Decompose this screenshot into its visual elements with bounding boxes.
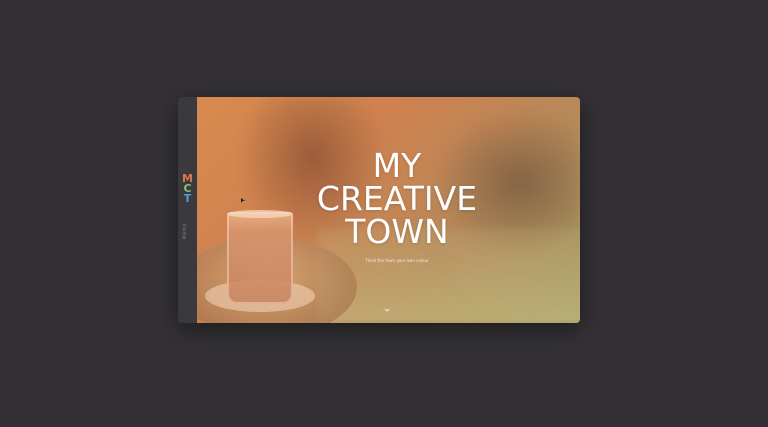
hero-title-line: TOWN: [345, 212, 449, 251]
coffee-glass-rim: [227, 210, 293, 218]
chevron-down-icon[interactable]: [384, 307, 390, 313]
hero-title-line: MY: [372, 146, 422, 185]
menu-toggle[interactable]: MENU: [182, 223, 187, 239]
sidebar: M C T MENU: [178, 97, 197, 323]
hero-title: MY CREATIVE TOWN: [297, 149, 497, 248]
logo-letter-t: T: [183, 192, 192, 205]
mct-logo[interactable]: M C T: [178, 173, 197, 205]
coffee-glass-image: [227, 212, 293, 304]
hero-section: MY CREATIVE TOWN Think the town your own…: [197, 97, 580, 323]
hero-title-line: CREATIVE: [316, 179, 478, 218]
browser-window: M C T MENU MY CREATIVE TOWN Think the to…: [178, 97, 580, 323]
hero-tagline: Think the town your own colour: [365, 258, 429, 263]
